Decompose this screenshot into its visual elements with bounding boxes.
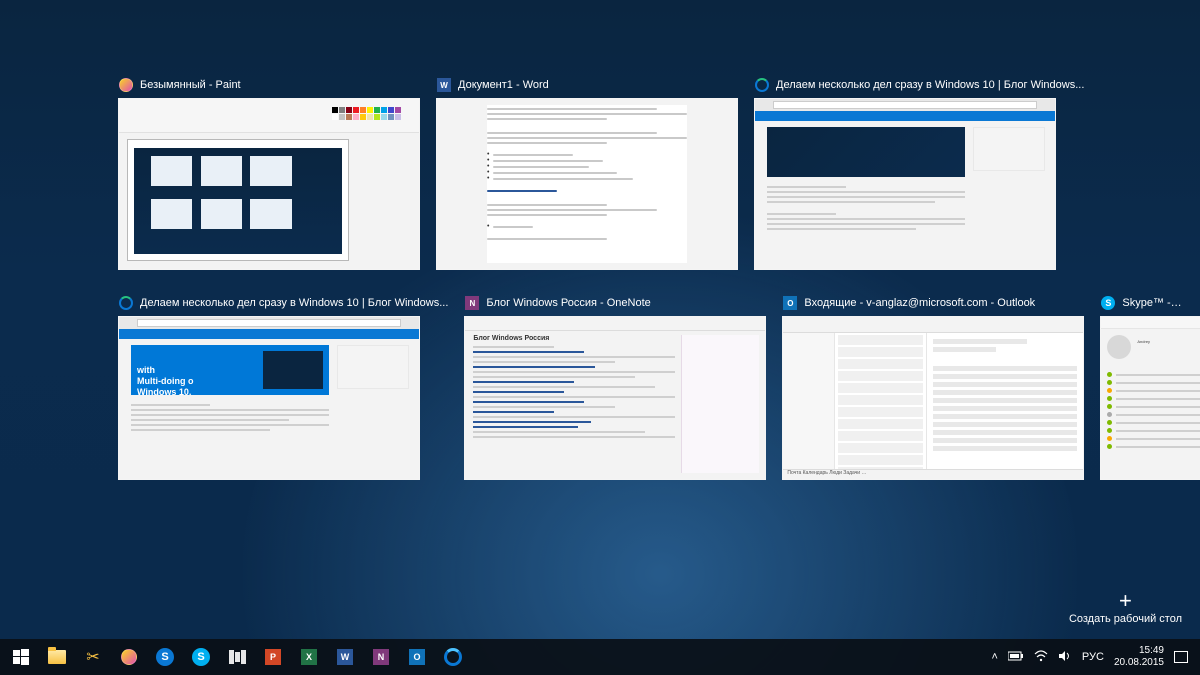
taskbar-lync[interactable]: S [148, 639, 182, 675]
edge-icon [118, 295, 134, 311]
tray-clock[interactable]: 15:49 20.08.2015 [1114, 645, 1164, 669]
tray-time: 15:49 [1139, 645, 1164, 657]
scissors-icon: ✂ [83, 647, 103, 667]
paint-icon [118, 77, 134, 93]
taskbar-powerpoint[interactable]: P [256, 639, 290, 675]
task-thumb-edge-1[interactable]: Делаем несколько дел сразу в Windows 10 … [754, 76, 1084, 270]
taskbar-snipping[interactable]: ✂ [76, 639, 110, 675]
task-thumb-onenote[interactable]: N Блог Windows Россия - OneNote Блог Win… [464, 294, 766, 480]
action-center-icon[interactable] [1174, 651, 1188, 663]
folder-icon [47, 647, 67, 667]
task-thumb-word[interactable]: W Документ1 - Word [436, 76, 738, 270]
excel-icon: X [301, 649, 317, 665]
battery-icon[interactable] [1008, 651, 1024, 664]
taskbar: ✂ S S P X W N O ˄ РУС 15:49 20.08.2015 [0, 639, 1200, 675]
task-title: Делаем несколько дел сразу в Windows 10 … [140, 297, 448, 309]
task-title: Документ1 - Word [458, 79, 549, 91]
windows-icon [11, 647, 31, 667]
task-thumbnail: Блог Windows Россия [464, 316, 766, 480]
tray-date: 20.08.2015 [1114, 657, 1164, 669]
task-thumbnail: withMulti-doing oWindows 10. [118, 316, 420, 480]
task-thumbnail: Почта Календарь Люди Задачи … [782, 316, 1084, 480]
lync-icon: S [156, 648, 174, 666]
task-thumbnail: Andrey [1100, 316, 1200, 480]
task-thumbnail [754, 98, 1056, 270]
task-view-button[interactable] [220, 639, 254, 675]
wifi-icon[interactable] [1034, 650, 1048, 665]
outlook-icon: O [409, 649, 425, 665]
word-icon: W [436, 77, 452, 93]
skype-icon: S [192, 648, 210, 666]
taskbar-onenote[interactable]: N [364, 639, 398, 675]
task-thumb-skype[interactable]: S Skype™ -… Andrey [1100, 294, 1200, 480]
tray-chevron-icon[interactable]: ˄ [991, 651, 997, 663]
taskbar-file-explorer[interactable] [40, 639, 74, 675]
taskbar-edge[interactable] [436, 639, 470, 675]
tray-language[interactable]: РУС [1082, 651, 1104, 663]
task-thumb-paint[interactable]: Безымянный - Paint [118, 76, 420, 270]
taskbar-paint[interactable] [112, 639, 146, 675]
task-thumb-outlook[interactable]: O Входящие - v-anglaz@microsoft.com - Ou… [782, 294, 1084, 480]
task-title: Блог Windows Россия - OneNote [486, 297, 650, 309]
powerpoint-icon: P [265, 649, 281, 665]
task-view: Безымянный - Paint W Документ1 - Word [118, 76, 1180, 615]
system-tray: ˄ РУС 15:49 20.08.2015 [983, 645, 1196, 669]
taskbar-excel[interactable]: X [292, 639, 326, 675]
taskbar-outlook[interactable]: O [400, 639, 434, 675]
outlook-icon: O [782, 295, 798, 311]
new-desktop-button[interactable]: + Создать рабочий стол [1069, 591, 1182, 625]
volume-icon[interactable] [1058, 650, 1072, 665]
start-button[interactable] [4, 639, 38, 675]
task-thumbnail [436, 98, 738, 270]
onenote-icon: N [464, 295, 480, 311]
task-thumb-edge-2[interactable]: Делаем несколько дел сразу в Windows 10 … [118, 294, 448, 480]
palette-icon [119, 647, 139, 667]
task-title: Делаем несколько дел сразу в Windows 10 … [776, 79, 1084, 91]
task-view-icon [227, 647, 247, 667]
edge-icon [443, 647, 463, 667]
taskbar-word[interactable]: W [328, 639, 362, 675]
edge-icon [754, 77, 770, 93]
new-desktop-label: Создать рабочий стол [1069, 613, 1182, 625]
task-thumbnail [118, 98, 420, 270]
skype-icon: S [1100, 295, 1116, 311]
task-title: Skype™ -… [1122, 297, 1181, 309]
taskbar-skype[interactable]: S [184, 639, 218, 675]
plus-icon: + [1069, 591, 1182, 611]
task-title: Безымянный - Paint [140, 79, 241, 91]
task-title: Входящие - v-anglaz@microsoft.com - Outl… [804, 297, 1035, 309]
word-icon: W [337, 649, 353, 665]
onenote-icon: N [373, 649, 389, 665]
